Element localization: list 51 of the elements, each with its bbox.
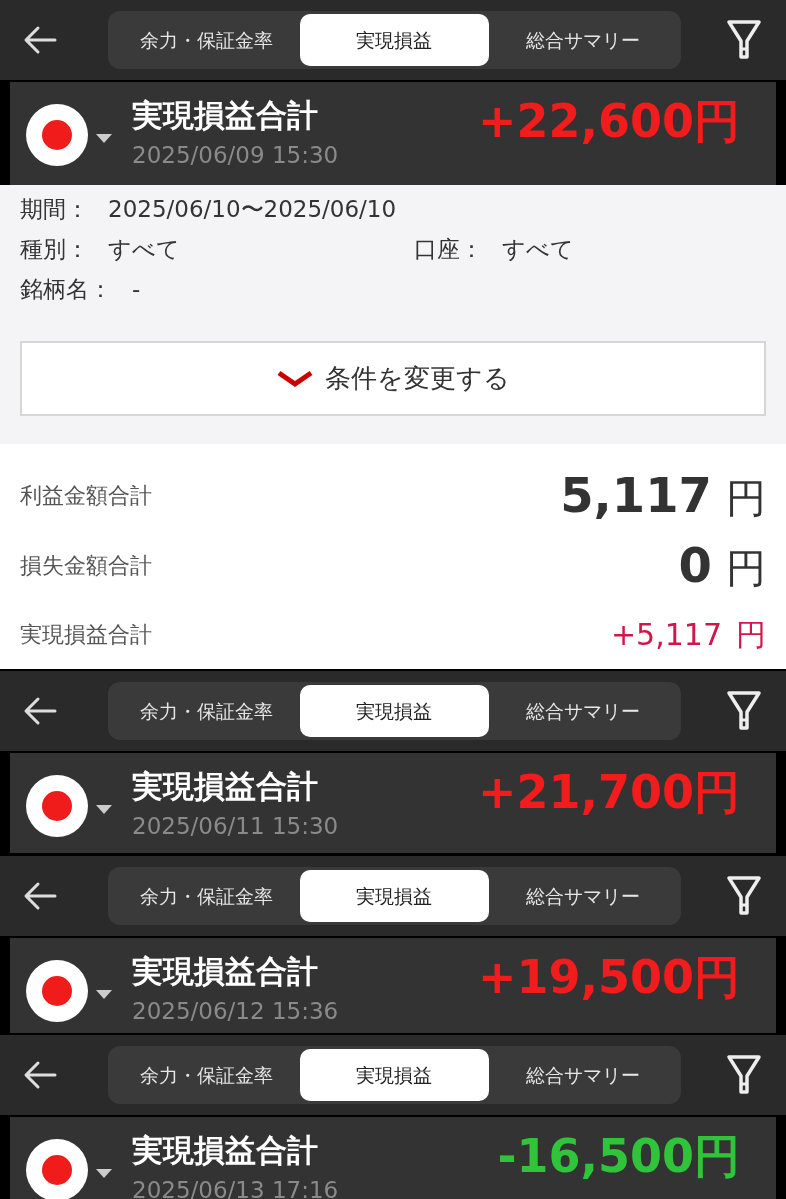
tab[interactable]: 実現損益: [300, 1049, 489, 1101]
caret-icon[interactable]: [96, 990, 112, 1000]
filter-icon[interactable]: [724, 874, 764, 918]
timestamp: 2025/06/09 15:30: [132, 141, 339, 170]
currency-unit: 円: [736, 616, 766, 654]
tab[interactable]: 実現損益: [300, 870, 489, 922]
currency-unit: 円: [726, 544, 766, 593]
total-label: 実現損益合計: [20, 621, 152, 649]
amount: +22,600円: [477, 96, 740, 146]
tab[interactable]: 余力・保証金率: [112, 685, 301, 737]
change-conditions-button[interactable]: 条件を変更する: [20, 341, 766, 416]
chevron-down-icon: [276, 369, 313, 388]
amount: -16,500円: [497, 1131, 740, 1181]
tab[interactable]: 実現損益: [300, 685, 489, 737]
summary-title: 実現損益合計: [132, 1131, 319, 1169]
amount: +21,700円: [477, 767, 740, 817]
amount: +19,500円: [477, 952, 740, 1002]
summary-title: 実現損益合計: [132, 96, 319, 134]
tab[interactable]: 総合サマリー: [488, 870, 677, 922]
total-value: +5,117: [610, 616, 722, 654]
total-label: 利益金額合計: [20, 481, 152, 510]
tab[interactable]: 余力・保証金率: [112, 14, 301, 66]
caret-icon[interactable]: [96, 134, 112, 144]
tab[interactable]: 総合サマリー: [488, 14, 677, 66]
filter-icon[interactable]: [724, 689, 764, 733]
field-value: 2025/06/10〜2025/06/10: [108, 194, 397, 224]
timestamp: 2025/06/11 15:30: [132, 812, 339, 841]
filter-icon[interactable]: [724, 1053, 764, 1097]
field-label: 種別：: [20, 234, 90, 264]
field-label: 口座：: [414, 234, 484, 264]
summary-title: 実現損益合計: [132, 952, 319, 990]
tab[interactable]: 余力・保証金率: [112, 1049, 301, 1101]
field-value: すべて: [502, 234, 574, 264]
total-label: 損失金額合計: [20, 551, 152, 580]
field-label: 銘柄名：: [20, 274, 113, 304]
filter-icon[interactable]: [724, 18, 764, 62]
tab[interactable]: 実現損益: [300, 14, 489, 66]
tab[interactable]: 総合サマリー: [488, 685, 677, 737]
tab[interactable]: 余力・保証金率: [112, 870, 301, 922]
currency-unit: 円: [726, 474, 766, 523]
timestamp: 2025/06/12 15:36: [132, 997, 339, 1026]
summary-title: 実現損益合計: [132, 767, 319, 805]
tab[interactable]: 総合サマリー: [488, 1049, 677, 1101]
japan-flag-icon[interactable]: [26, 1139, 88, 1199]
field-value: -: [132, 274, 141, 304]
caret-icon[interactable]: [96, 805, 112, 815]
field-value: すべて: [108, 234, 181, 264]
total-value: 5,117: [560, 466, 712, 525]
total-value: 0: [678, 536, 712, 595]
field-label: 期間：: [20, 194, 90, 224]
caret-icon[interactable]: [96, 1169, 112, 1179]
